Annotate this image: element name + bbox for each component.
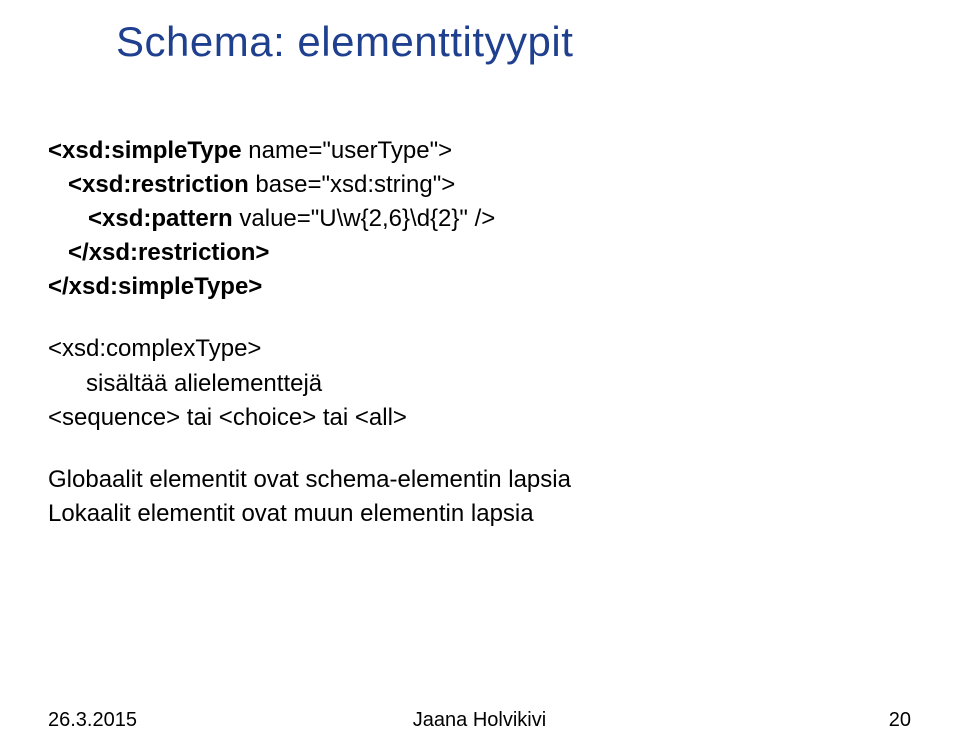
code-block: <xsd:simpleType name="userType"> <xsd:re… — [48, 100, 911, 304]
body-block-1: <xsd:complexType> sisältää alielementtej… — [48, 332, 911, 434]
code-line-3: <xsd:pattern value="U\w{2,6}\d{2}" /> — [48, 205, 495, 232]
footer: 26.3.2015 Jaana Holvikivi 20 — [0, 709, 959, 732]
footer-author: Jaana Holvikivi — [413, 709, 546, 732]
body-line: sisältää alielementtejä — [48, 367, 911, 401]
body-line: <sequence> tai <choice> tai <all> — [48, 401, 911, 435]
footer-page-number: 20 — [889, 709, 911, 732]
code-line-4: </xsd:restriction> — [48, 239, 269, 266]
slide-title: Schema: elementtityypit — [116, 18, 911, 66]
slide: Schema: elementtityypit <xsd:simpleType … — [0, 0, 959, 750]
body-block-2: Globaalit elementit ovat schema-elementi… — [48, 463, 911, 531]
code-line-5: </xsd:simpleType> — [48, 273, 262, 300]
footer-date: 26.3.2015 — [48, 709, 137, 732]
body-line: <xsd:complexType> — [48, 332, 911, 366]
body-line: Globaalit elementit ovat schema-elementi… — [48, 463, 911, 497]
code-line-2: <xsd:restriction base="xsd:string"> — [48, 171, 455, 198]
body-line: Lokaalit elementit ovat muun elementin l… — [48, 497, 911, 531]
code-line-1: <xsd:simpleType name="userType"> — [48, 137, 452, 164]
